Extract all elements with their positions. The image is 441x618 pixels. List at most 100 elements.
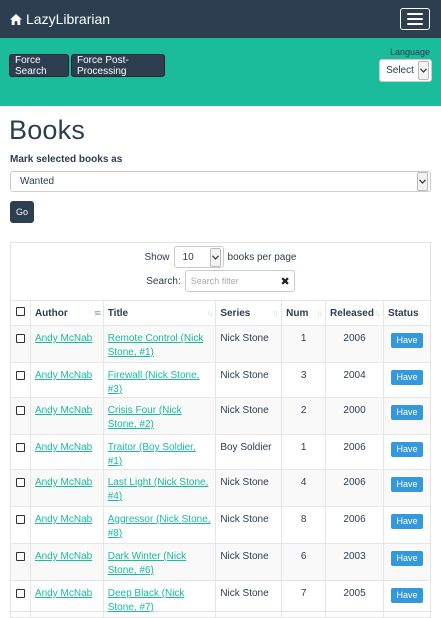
series-cell: Nick Stone [215, 397, 283, 435]
status-badge[interactable]: Have [391, 370, 423, 385]
num-cell: 7 [281, 580, 327, 618]
author-link[interactable]: Andy McNab [35, 405, 92, 416]
column-header-series[interactable]: Series ↑↓ [215, 300, 283, 326]
clear-search-icon[interactable]: ✖ [281, 275, 290, 288]
page-title: Books [9, 115, 86, 145]
sort-ascending-icon: ↑≡ [92, 308, 101, 318]
num-cell: 8 [281, 506, 327, 544]
author-link[interactable]: Andy McNab [35, 477, 92, 488]
released-cell: 2003 [325, 543, 384, 581]
column-header-num[interactable]: Num ↑↓ [281, 300, 327, 326]
num-cell: 3 [281, 362, 327, 398]
books-table-panel: Show 10 books per page Search: ✖ Author↑… [10, 242, 431, 618]
force-post-processing-button[interactable]: Force Post-Processing [71, 54, 165, 77]
table-row: Andy McNab Remote Control (Nick Stone, #… [10, 325, 431, 363]
status-badge[interactable]: Have [391, 551, 423, 566]
language-select[interactable]: Select [379, 59, 432, 82]
title-link[interactable]: Remote Control (Nick Stone, #1) [108, 333, 204, 358]
released-cell: 2006 [325, 325, 384, 363]
language-select-value: Select [386, 65, 414, 76]
series-cell: Nick Stone [215, 543, 283, 581]
search-label: Search: [146, 275, 181, 287]
released-cell: 2000 [325, 397, 384, 435]
mark-status-value: Wanted [20, 176, 55, 187]
table-header-row: Author ↑≡ Title ↑↓ Series ↑↓ Num ↑↓ Released… [10, 300, 431, 326]
num-cell: 6 [281, 543, 327, 581]
status-badge[interactable]: Have [391, 333, 423, 348]
status-badge[interactable]: Have [391, 405, 423, 420]
released-cell: 2004 [325, 362, 384, 398]
home-icon [10, 13, 22, 25]
status-badge[interactable]: Have [391, 514, 423, 529]
action-bar: Force Search Force Post-Processing Langu… [0, 38, 441, 106]
table-row: Andy McNab Traitor (Boy Soldier, #1) Boy… [10, 434, 431, 470]
row-checkbox[interactable] [16, 515, 25, 524]
mark-status-select[interactable]: Wanted [10, 171, 431, 192]
row-checkbox[interactable] [16, 334, 25, 343]
author-link[interactable]: Andy McNab [35, 442, 92, 453]
page-length-select[interactable]: 10 [173, 246, 224, 268]
table-row: Andy McNab Crisis Four (Nick Stone, #2) … [10, 397, 431, 435]
series-cell: Nick Stone [215, 506, 283, 544]
table-row: Andy McNab Aggressor (Nick Stone, #8) Ni… [10, 506, 431, 544]
series-cell: Nick Stone [215, 469, 283, 507]
title-link[interactable]: Deep Black (Nick Stone, #7) [108, 588, 185, 613]
num-cell: 1 [281, 325, 327, 363]
force-search-button[interactable]: Force Search [9, 54, 69, 77]
table-row: Andy McNab Last Light (Nick Stone, #4) N… [10, 469, 431, 507]
select-all-checkbox[interactable] [16, 307, 25, 316]
table-row: Andy McNab Deep Black (Nick Stone, #7) N… [10, 580, 431, 618]
column-header-author[interactable]: Author ↑≡ [29, 300, 104, 326]
title-link[interactable]: Dark Winter (Nick Stone, #6) [108, 551, 186, 576]
status-badge[interactable]: Have [391, 442, 423, 457]
num-cell: 1 [281, 434, 327, 470]
column-header-released[interactable]: Released ↑↓ [325, 300, 384, 326]
author-link[interactable]: Andy McNab [35, 514, 92, 525]
author-link[interactable]: Andy McNab [35, 588, 92, 599]
brand-link[interactable]: LazyLibrarian [10, 11, 110, 27]
num-cell: 2 [281, 397, 327, 435]
column-header-status: Status [383, 300, 431, 326]
title-link[interactable]: Last Light (Nick Stone, #4) [108, 477, 209, 502]
language-label: Language [389, 47, 430, 57]
top-navbar: LazyLibrarian [0, 0, 441, 38]
series-cell: Nick Stone [215, 362, 283, 398]
chevron-down-icon [209, 247, 221, 267]
series-cell: Boy Soldier [215, 434, 283, 470]
status-badge[interactable]: Have [391, 477, 423, 492]
search-box: ✖ [184, 270, 295, 292]
released-cell: 2006 [325, 506, 384, 544]
page-length-value: 10 [182, 251, 194, 263]
search-control: Search: ✖ [11, 270, 430, 292]
author-link[interactable]: Andy McNab [35, 333, 92, 344]
status-badge[interactable]: Have [391, 588, 423, 603]
row-checkbox[interactable] [16, 552, 25, 561]
title-link[interactable]: Aggressor (Nick Stone, #8) [108, 514, 211, 539]
hamburger-menu-button[interactable] [400, 8, 430, 30]
sort-icon: ↑↓ [272, 308, 279, 318]
row-checkbox[interactable] [16, 406, 25, 415]
title-link[interactable]: Crisis Four (Nick Stone, #2) [108, 405, 182, 430]
title-link[interactable]: Traitor (Boy Soldier, #1) [108, 442, 196, 467]
row-checkbox[interactable] [16, 589, 25, 598]
released-cell: 2006 [325, 434, 384, 470]
search-input[interactable] [190, 276, 281, 286]
author-link[interactable]: Andy McNab [35, 551, 92, 562]
column-header-title[interactable]: Title ↑↓ [102, 300, 217, 326]
go-button[interactable]: Go [10, 201, 34, 223]
page-length-control: Show 10 books per page [11, 246, 430, 268]
author-link[interactable]: Andy McNab [35, 370, 92, 381]
sort-icon: ↑↓ [316, 308, 323, 318]
num-cell: 4 [281, 469, 327, 507]
sort-icon: ↑↓ [206, 308, 213, 318]
released-cell: 2005 [325, 580, 384, 618]
row-checkbox[interactable] [16, 443, 25, 452]
brand-name: LazyLibrarian [26, 11, 111, 27]
mark-selected-label: Mark selected books as [10, 154, 123, 165]
sort-icon: ↑↓ [374, 308, 381, 318]
title-link[interactable]: Firewall (Nick Stone, #3) [108, 370, 200, 395]
books-table: Author ↑≡ Title ↑↓ Series ↑↓ Num ↑↓ Released… [10, 300, 431, 618]
table-row: Andy McNab Dark Winter (Nick Stone, #6) … [10, 543, 431, 581]
row-checkbox[interactable] [16, 478, 25, 487]
row-checkbox[interactable] [16, 371, 25, 380]
